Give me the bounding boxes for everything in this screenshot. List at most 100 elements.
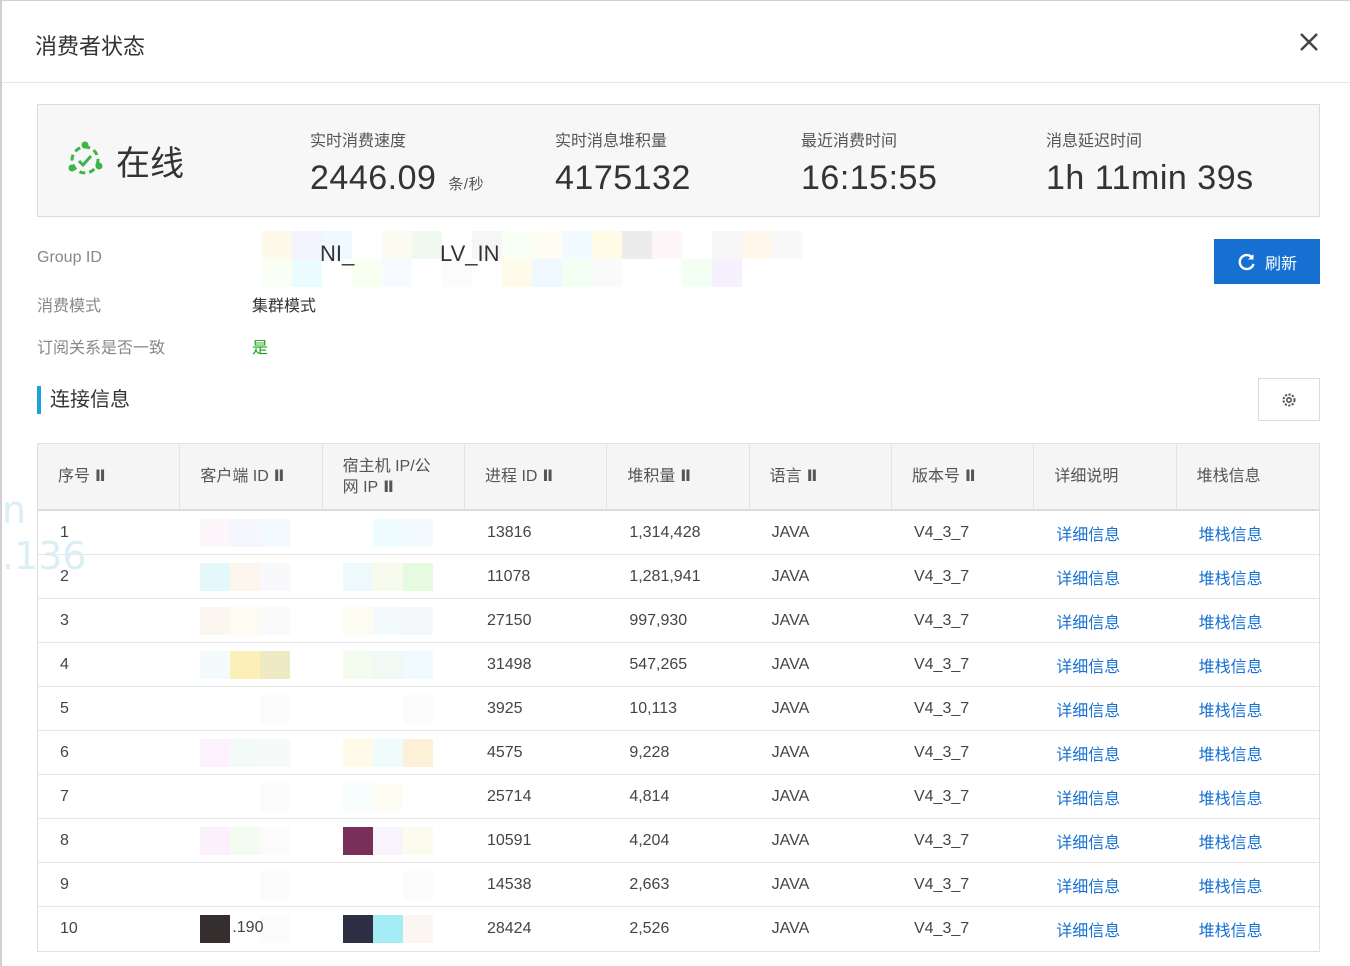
redacted-block <box>200 695 291 723</box>
cell-no: 10 <box>60 920 78 937</box>
redacted-block <box>200 651 291 679</box>
column-header-language[interactable]: 语言 Ⅱ <box>750 444 892 509</box>
column-header-client-id[interactable]: 客户端 ID Ⅱ <box>180 444 323 509</box>
cell-no: 8 <box>60 831 69 849</box>
cell-language: JAVA <box>771 699 810 717</box>
stat-label: 消息延迟时间 <box>1046 133 1143 150</box>
cell-client-id <box>180 643 322 686</box>
cell-language: JAVA <box>771 875 810 893</box>
cell-version: V4_3_7 <box>913 787 970 805</box>
cell-language: JAVA <box>771 787 810 805</box>
cell-pid: 13816 <box>486 523 532 541</box>
detail-link[interactable]: 详细信息 <box>1034 775 1176 818</box>
cell-language: JAVA <box>771 743 810 761</box>
cell-no: 4 <box>60 655 69 673</box>
consume-mode-value: 集群模式 <box>252 298 317 315</box>
cell-no: 7 <box>60 787 69 805</box>
cell-language: JAVA <box>771 523 810 541</box>
table-header: 序号 Ⅱ 客户端 ID Ⅱ 宿主机 IP/公网 IP Ⅱ 进程 ID Ⅱ 堆积量 Ⅱ 语言… <box>38 444 1319 511</box>
cell-host-ip <box>323 907 465 951</box>
refresh-label: 刷新 <box>1264 255 1297 273</box>
cell-client-id <box>180 555 322 598</box>
redacted-block <box>342 695 433 723</box>
redacted-block <box>342 651 433 679</box>
dialog-title: 消费者状态 <box>35 34 146 59</box>
stat-label: 最近消费时间 <box>801 133 898 150</box>
redacted-block <box>342 827 433 855</box>
column-header-version[interactable]: 版本号 Ⅱ <box>892 444 1035 509</box>
column-header-no[interactable]: 序号 Ⅱ <box>38 444 181 509</box>
cell-version: V4_3_7 <box>913 699 970 717</box>
detail-link[interactable]: 详细信息 <box>1034 555 1176 598</box>
cell-host-ip <box>323 775 465 818</box>
detail-link[interactable]: 详细信息 <box>1034 731 1176 774</box>
cell-version: V4_3_7 <box>913 611 970 629</box>
cell-pid: 10591 <box>486 831 532 849</box>
sort-icon[interactable]: Ⅱ <box>680 466 691 487</box>
sort-icon[interactable]: Ⅱ <box>274 466 285 487</box>
close-button[interactable] <box>1292 25 1326 59</box>
detail-link[interactable]: 详细信息 <box>1034 599 1176 642</box>
sort-icon[interactable]: Ⅱ <box>95 466 106 487</box>
redacted-block <box>200 827 291 855</box>
sort-icon[interactable]: Ⅱ <box>807 466 818 487</box>
column-header-host-ip[interactable]: 宿主机 IP/公网 IP Ⅱ <box>323 444 466 509</box>
stat-last-consume: 最近消费时间 16:15:55 <box>801 127 937 198</box>
stack-link[interactable]: 堆栈信息 <box>1177 731 1319 774</box>
cell-version: V4_3_7 <box>913 523 970 541</box>
cell-pid: 31498 <box>486 655 532 673</box>
cell-version: V4_3_7 <box>913 655 970 673</box>
stack-link[interactable]: 堆栈信息 <box>1177 511 1319 554</box>
stat-label: 实时消息堆积量 <box>555 133 668 150</box>
sort-icon[interactable]: Ⅱ <box>383 479 394 496</box>
stack-link[interactable]: 堆栈信息 <box>1177 643 1319 686</box>
stat-delay: 消息延迟时间 1h 11min 39s <box>1046 127 1254 198</box>
stack-link[interactable]: 堆栈信息 <box>1177 687 1319 730</box>
consume-mode-label: 消费模式 <box>37 298 102 315</box>
cell-no: 2 <box>60 567 69 585</box>
cell-client-id <box>180 775 322 818</box>
column-header-stack: 堆栈信息 <box>1196 468 1261 485</box>
redacted-mosaic <box>262 231 922 287</box>
cell-host-ip <box>323 511 465 554</box>
sort-icon[interactable]: Ⅱ <box>965 466 976 487</box>
cell-host-ip <box>323 643 465 686</box>
detail-link[interactable]: 详细信息 <box>1034 511 1176 554</box>
cell-version: V4_3_7 <box>913 831 970 849</box>
column-header-pid[interactable]: 进程 ID Ⅱ <box>465 444 608 509</box>
cell-no: 3 <box>60 611 69 629</box>
group-id-fragment: NI_ <box>320 241 355 266</box>
cell-client-id <box>180 599 322 642</box>
cell-client-id <box>180 819 322 862</box>
stack-link[interactable]: 堆栈信息 <box>1177 555 1319 598</box>
cell-backlog: 1,281,941 <box>629 567 701 585</box>
detail-link[interactable]: 详细信息 <box>1034 863 1176 906</box>
table-row: 5 3925 10,113 JAVA V4_3_7 详细信息 堆栈信息 <box>38 687 1319 731</box>
sort-icon[interactable]: Ⅱ <box>542 466 553 487</box>
stat-value: 2446.09 <box>310 159 437 197</box>
cell-client-id <box>180 863 322 906</box>
detail-link[interactable]: 详细信息 <box>1034 643 1176 686</box>
refresh-button[interactable]: 刷新 <box>1214 239 1320 284</box>
detail-link[interactable]: 详细信息 <box>1034 907 1176 951</box>
redacted-block <box>200 607 291 635</box>
redacted-block <box>342 783 433 811</box>
cell-client-id <box>180 511 322 554</box>
stack-link[interactable]: 堆栈信息 <box>1177 819 1319 862</box>
cell-backlog: 997,930 <box>629 611 688 629</box>
table-settings-button[interactable] <box>1258 378 1320 421</box>
table-row: 7 25714 4,814 JAVA V4_3_7 详细信息 堆栈信息 <box>38 775 1319 819</box>
column-header-backlog[interactable]: 堆积量 Ⅱ <box>607 444 750 509</box>
online-status-icon <box>68 141 103 175</box>
subscription-consistent-label: 订阅关系是否一致 <box>37 340 166 357</box>
stack-link[interactable]: 堆栈信息 <box>1177 775 1319 818</box>
subscription-consistent-value: 是 <box>252 340 269 357</box>
detail-link[interactable]: 详细信息 <box>1034 687 1176 730</box>
cell-backlog: 2,526 <box>629 920 670 937</box>
stack-link[interactable]: 堆栈信息 <box>1177 907 1319 951</box>
stack-link[interactable]: 堆栈信息 <box>1177 863 1319 906</box>
column-header-detail: 详细说明 <box>1034 444 1177 509</box>
detail-link[interactable]: 详细信息 <box>1034 819 1176 862</box>
stack-link[interactable]: 堆栈信息 <box>1177 599 1319 642</box>
cell-client-id: .190 <box>180 907 322 951</box>
